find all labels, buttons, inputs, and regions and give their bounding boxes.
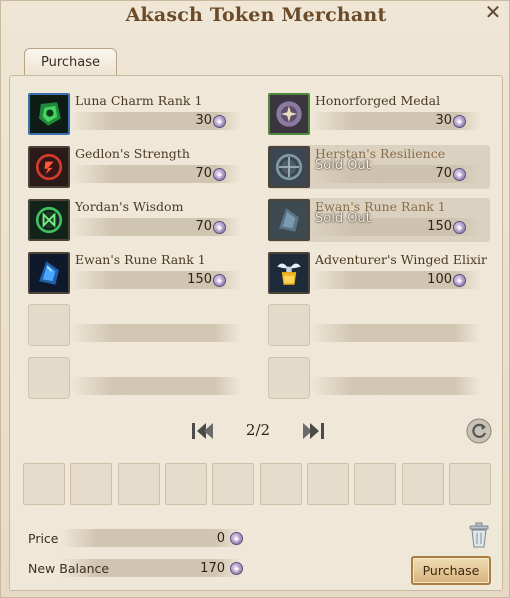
cart-slot[interactable] — [212, 463, 254, 505]
cart-slot[interactable] — [354, 463, 396, 505]
empty-icon-slot — [28, 357, 70, 399]
item-price: 150 — [427, 219, 452, 234]
item-price: 30 — [435, 113, 452, 128]
shop-item-winged-elixir[interactable]: Adventurer's Winged Elixir 100 ◈ — [268, 251, 488, 295]
akasch-token-icon: ◈ — [453, 168, 466, 181]
shop-item-gedlons-strength[interactable]: Gedlon's Strength 70 ◈ — [28, 145, 248, 189]
honorforged-medal-icon — [268, 93, 310, 135]
item-bar — [70, 324, 240, 342]
empty-icon-slot — [268, 304, 310, 346]
item-name: Gedlon's Strength — [75, 146, 190, 161]
empty-item-slot — [268, 357, 488, 401]
item-name: Ewan's Rune Rank 1 — [75, 252, 206, 267]
shop-item-herstans-resilience[interactable]: Herstan's Resilience Sold Out 70 ◈ — [268, 145, 490, 189]
tab-purchase[interactable]: Purchase — [24, 48, 117, 76]
purchase-button[interactable]: Purchase — [411, 556, 491, 585]
new-balance-value: 170 — [200, 561, 225, 576]
item-price: 100 — [427, 272, 452, 287]
new-balance-label: New Balance — [28, 561, 110, 576]
item-price: 150 — [187, 272, 212, 287]
cart-slot[interactable] — [260, 463, 302, 505]
window-title: Akasch Token Merchant — [125, 4, 387, 26]
akasch-token-icon: ◈ — [453, 274, 466, 287]
shop-item-ewans-rune-sold[interactable]: Ewan's Rune Rank 1 Sold Out 150 ◈ — [268, 198, 490, 242]
item-price: 70 — [195, 166, 212, 181]
item-bar — [70, 377, 240, 395]
item-price: 30 — [195, 113, 212, 128]
last-page-icon[interactable] — [299, 419, 327, 443]
item-name: Honorforged Medal — [315, 93, 441, 108]
empty-icon-slot — [268, 357, 310, 399]
cart-slot[interactable] — [23, 463, 65, 505]
shop-item-yordans-wisdom[interactable]: Yordan's Wisdom 70 ◈ — [28, 198, 248, 242]
cart-slot[interactable] — [307, 463, 349, 505]
refresh-icon[interactable] — [466, 418, 492, 444]
trash-icon[interactable] — [467, 521, 491, 549]
gedlons-strength-icon — [28, 146, 70, 188]
akasch-token-icon: ◈ — [453, 115, 466, 128]
cart-slot[interactable] — [118, 463, 160, 505]
akasch-token-icon: ◈ — [453, 221, 466, 234]
sold-out-label: Sold Out — [315, 158, 371, 173]
akasch-token-icon: ◈ — [213, 221, 226, 234]
item-bar — [310, 377, 480, 395]
akasch-token-icon: ◈ — [213, 274, 226, 287]
close-icon[interactable]: ✕ — [483, 2, 503, 22]
item-name: Luna Charm Rank 1 — [75, 93, 203, 108]
winged-elixir-icon — [268, 252, 310, 294]
empty-item-slot — [268, 304, 488, 348]
cart-slot[interactable] — [402, 463, 444, 505]
shop-item-honorforged-medal[interactable]: Honorforged Medal 30 ◈ — [268, 92, 488, 136]
empty-item-slot — [28, 304, 248, 348]
akasch-token-icon: ◈ — [213, 168, 226, 181]
herstans-resilience-icon — [268, 146, 310, 188]
item-bar — [310, 324, 480, 342]
shop-item-ewans-rune[interactable]: Ewan's Rune Rank 1 150 ◈ — [28, 251, 248, 295]
empty-item-slot — [28, 357, 248, 401]
item-price: 70 — [435, 166, 452, 181]
item-price: 70 — [195, 219, 212, 234]
luna-charm-icon — [28, 93, 70, 135]
cart-slot[interactable] — [165, 463, 207, 505]
first-page-icon[interactable] — [189, 419, 217, 443]
cart-slot[interactable] — [449, 463, 491, 505]
price-label: Price — [28, 531, 59, 546]
ewans-rune-icon — [28, 252, 70, 294]
ewans-rune-icon — [268, 199, 310, 241]
akasch-token-icon: ◈ — [230, 532, 243, 545]
akasch-token-icon: ◈ — [230, 562, 243, 575]
akasch-token-icon: ◈ — [213, 115, 226, 128]
page-indicator: 2/2 — [245, 421, 271, 439]
item-name: Yordan's Wisdom — [75, 199, 184, 214]
item-name: Adventurer's Winged Elixir — [315, 252, 487, 267]
shop-item-luna-charm[interactable]: Luna Charm Rank 1 30 ◈ — [28, 92, 248, 136]
price-value: 0 — [216, 531, 225, 546]
cart-slot[interactable] — [70, 463, 112, 505]
merchant-window: Akasch Token Merchant ✕ Purchase Luna Ch… — [0, 0, 510, 598]
pagination: 2/2 — [1, 419, 510, 443]
empty-icon-slot — [28, 304, 70, 346]
sold-out-label: Sold Out — [315, 211, 371, 226]
yordans-wisdom-icon — [28, 199, 70, 241]
